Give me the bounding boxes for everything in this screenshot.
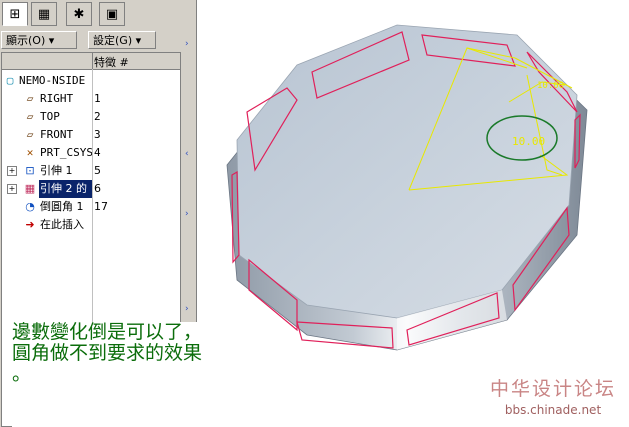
tree-column-header: 特徵 # xyxy=(2,53,180,70)
datum-plane-icon: ▱ xyxy=(26,110,34,123)
feature-number: 3 xyxy=(94,128,101,141)
tree-item-label-selected: 引伸 2 的 xyxy=(39,180,92,198)
folder-browser-tab[interactable]: ▣ xyxy=(99,2,125,26)
expand-plus-icon[interactable]: + xyxy=(7,166,17,176)
round-icon: ◔ xyxy=(25,200,35,213)
coordinate-system-icon: ✕ xyxy=(26,146,34,159)
tree-item-label: 引伸 1 xyxy=(40,164,73,177)
part-icon: ▢ xyxy=(6,74,14,87)
tree-item-label: NEMO-NSIDE xyxy=(19,74,86,87)
tree-item-label: PRT_CSYS xyxy=(40,146,92,159)
extrude-icon: ⊡ xyxy=(25,164,35,177)
tree-item-front-plane[interactable]: ▱ FRONT 3 xyxy=(2,126,180,144)
tree-item-label: FRONT xyxy=(40,128,74,141)
expand-plus-icon[interactable]: + xyxy=(7,184,17,194)
collapse-arrow-icon[interactable]: › xyxy=(185,40,193,49)
feature-number: 5 xyxy=(94,164,101,177)
forum-watermark: 中华设计论坛 bbs.chinade.net xyxy=(480,378,626,424)
navigator-menu-row: 顯示(O) ▾ 設定(G) ▾ xyxy=(0,30,196,50)
column-header-name[interactable] xyxy=(2,53,93,69)
expand-right-arrow-icon[interactable]: › xyxy=(185,210,193,219)
note-line-1: 邊數變化倒是可以了， xyxy=(12,321,203,343)
tree-item-label: 在此插入 xyxy=(40,218,84,231)
watermark-title: 中华设计论坛 xyxy=(489,378,616,400)
tree-item-root-part[interactable]: ▢ NEMO-NSIDE xyxy=(2,72,180,90)
datum-plane-icon: ▱ xyxy=(26,92,34,105)
collapse-left-arrow-icon[interactable]: ‹ xyxy=(185,150,193,159)
datum-plane-icon: ▱ xyxy=(26,128,34,141)
layers-tab[interactable]: ▦ xyxy=(31,2,57,26)
feature-number: 1 xyxy=(94,92,101,105)
feature-number: 4 xyxy=(94,146,101,159)
tree-item-extrude-2-pattern[interactable]: + ▦ 引伸 2 的 6 xyxy=(2,180,180,198)
collapse-arrow-icon[interactable]: › xyxy=(185,305,193,314)
dimension-label-small: 10.00 xyxy=(537,81,564,91)
annotation-note: 邊數變化倒是可以了， 圓角做不到要求的效果 。 xyxy=(12,322,262,427)
note-line-2: 圓角做不到要求的效果 xyxy=(12,342,203,364)
feature-number: 6 xyxy=(94,182,101,195)
tree-item-label: 倒圓角 1 xyxy=(40,200,84,213)
favorites-tab[interactable]: ✱ xyxy=(66,2,92,26)
tree-item-insert-here[interactable]: ➜ 在此插入 xyxy=(2,216,180,234)
watermark-url: bbs.chinade.net xyxy=(504,403,602,417)
feature-number: 17 xyxy=(94,200,108,213)
dimension-label-large: 10.00 xyxy=(512,135,545,148)
note-line-3: 。 xyxy=(12,363,32,385)
extrude-pattern-icon: ▦ xyxy=(24,182,36,195)
display-menu-button[interactable]: 顯示(O) ▾ xyxy=(1,31,77,49)
model-tree-icon: ⊞ xyxy=(9,6,21,22)
tree-item-extrude-1[interactable]: + ⊡ 引伸 1 5 xyxy=(2,162,180,180)
tree-item-round-1[interactable]: ◔ 倒圓角 1 17 xyxy=(2,198,180,216)
tree-item-label: RIGHT xyxy=(40,92,74,105)
tree-item-top-plane[interactable]: ▱ TOP 2 xyxy=(2,108,180,126)
folder-icon: ▣ xyxy=(105,6,119,22)
tree-item-right-plane[interactable]: ▱ RIGHT 1 xyxy=(2,90,180,108)
feature-number: 2 xyxy=(94,110,101,123)
favorites-icon: ✱ xyxy=(73,6,85,22)
insert-here-arrow-icon: ➜ xyxy=(25,218,35,231)
tree-item-coordinate-system[interactable]: ✕ PRT_CSYS 4 xyxy=(2,144,180,162)
settings-menu-button[interactable]: 設定(G) ▾ xyxy=(88,31,156,49)
model-tree-tab[interactable]: ⊞ xyxy=(2,2,28,26)
layers-icon: ▦ xyxy=(37,6,51,22)
column-header-feature-number[interactable]: 特徵 # xyxy=(94,54,129,70)
tree-item-label: TOP xyxy=(40,110,60,123)
navigator-tab-strip: ⊞ ▦ ✱ ▣ xyxy=(0,0,196,28)
